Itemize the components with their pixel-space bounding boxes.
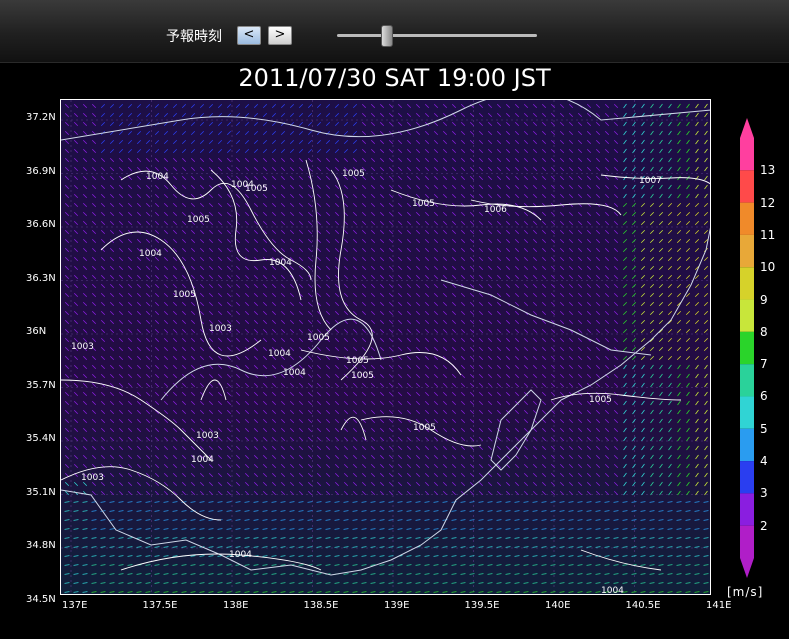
- map-canvas: 1004 1004 1005 1005 1006 1007 1005 1004 1004 1003…: [61, 100, 710, 595]
- legend-tick-label: 5: [760, 421, 768, 436]
- isobar-label: 1004: [268, 349, 291, 359]
- time-slider-track[interactable]: [337, 34, 537, 37]
- wind-pressure-map: 1004 1004 1005 1005 1006 1007 1005 1004 1004 1003…: [60, 99, 711, 595]
- lon-tick-label: 137E: [62, 600, 88, 611]
- isobar-label: 1005: [245, 184, 268, 194]
- isobar-label: 1005: [412, 199, 435, 209]
- legend-swatch: [740, 138, 754, 171]
- isobar-label: 1003: [71, 342, 94, 352]
- isobar-label: 1004: [191, 455, 214, 465]
- lon-tick-label: 139.5E: [464, 600, 500, 611]
- isobar-label: 1004: [146, 172, 169, 182]
- isobar-label: 1005: [173, 290, 196, 300]
- lon-tick-label: 138.5E: [303, 600, 339, 611]
- lat-tick-label: 35.4N: [26, 433, 56, 444]
- lat-tick-label: 36N: [26, 326, 47, 337]
- legend-tick-label: 7: [760, 357, 768, 372]
- legend-tick-label: 3: [760, 486, 768, 501]
- lat-tick-label: 34.8N: [26, 540, 56, 551]
- legend-tick-label: 12: [760, 195, 776, 210]
- isobar-label: 1005: [351, 371, 374, 381]
- legend-arrow-top: [740, 118, 754, 138]
- legend-swatch: [740, 525, 754, 558]
- isobar-label: 1005: [346, 356, 369, 366]
- map-title: 2011/07/30 SAT 19:00 JST: [238, 64, 551, 92]
- legend-swatch: [740, 331, 754, 365]
- legend-swatch: [740, 299, 754, 332]
- lon-tick-label: 138E: [223, 600, 249, 611]
- legend-tick-label: 13: [760, 163, 776, 178]
- isobar-label: 1004: [269, 258, 292, 268]
- legend-swatch: [740, 234, 754, 268]
- isobar-label: 1005: [413, 423, 436, 433]
- legend-tick-label: 6: [760, 389, 768, 404]
- isobar-label: 1004: [601, 586, 624, 595]
- lon-tick-label: 141E: [706, 600, 732, 611]
- lat-tick-label: 35.1N: [26, 486, 56, 498]
- legend-swatch: [740, 202, 754, 235]
- legend-swatch: [740, 428, 754, 462]
- lat-tick-label: 35.7N: [26, 379, 56, 391]
- isobar-label: 1004: [139, 249, 162, 259]
- legend-swatch: [740, 364, 754, 397]
- lon-tick-label: 140E: [545, 600, 571, 611]
- isobar-label: 1003: [209, 324, 232, 334]
- lon-tick-label: 139E: [384, 600, 410, 611]
- isobar-label: 1006: [484, 205, 507, 215]
- legend-tick-label: 4: [760, 454, 768, 469]
- legend-swatch: [740, 461, 754, 494]
- isobar-label: 1003: [81, 473, 104, 483]
- isobar-label: 1004: [229, 550, 252, 560]
- previous-time-button[interactable]: <: [237, 26, 261, 45]
- next-time-button[interactable]: >: [268, 26, 292, 45]
- isobar-label: 1005: [187, 215, 210, 225]
- isobar-label: 1005: [589, 395, 612, 405]
- legend-tick-label: 2: [760, 518, 768, 533]
- speed-color-legend: [740, 118, 754, 578]
- isobar-label: 1003: [196, 431, 219, 441]
- isobar-label: 1007: [639, 176, 662, 186]
- time-slider-thumb[interactable]: [380, 25, 393, 47]
- legend-swatch: [740, 170, 754, 203]
- legend-swatch: [740, 267, 754, 300]
- toolbar: 予報時刻 < >: [0, 0, 789, 63]
- lon-tick-label: 137.5E: [142, 600, 178, 611]
- legend-swatch: [740, 493, 754, 526]
- lon-tick-label: 140.5E: [625, 600, 661, 611]
- legend-unit: [m/s]: [727, 585, 764, 599]
- legend-arrow-bottom: [740, 558, 754, 578]
- lat-tick-label: 37.2N: [26, 112, 56, 123]
- legend-tick-label: 10: [760, 260, 776, 275]
- lat-tick-label: 36.6N: [26, 219, 56, 230]
- legend-swatch: [740, 396, 754, 429]
- forecast-time-label: 予報時刻: [166, 29, 222, 45]
- lat-tick-label: 36.3N: [26, 272, 56, 284]
- isobar-label: 1005: [342, 169, 365, 179]
- legend-tick-label: 11: [760, 227, 776, 242]
- legend-tick-label: 9: [760, 292, 768, 307]
- lat-tick-label: 36.9N: [26, 165, 56, 177]
- legend-tick-label: 8: [760, 324, 768, 339]
- isobar-label: 1004: [283, 368, 306, 378]
- isobar-label: 1005: [307, 333, 330, 343]
